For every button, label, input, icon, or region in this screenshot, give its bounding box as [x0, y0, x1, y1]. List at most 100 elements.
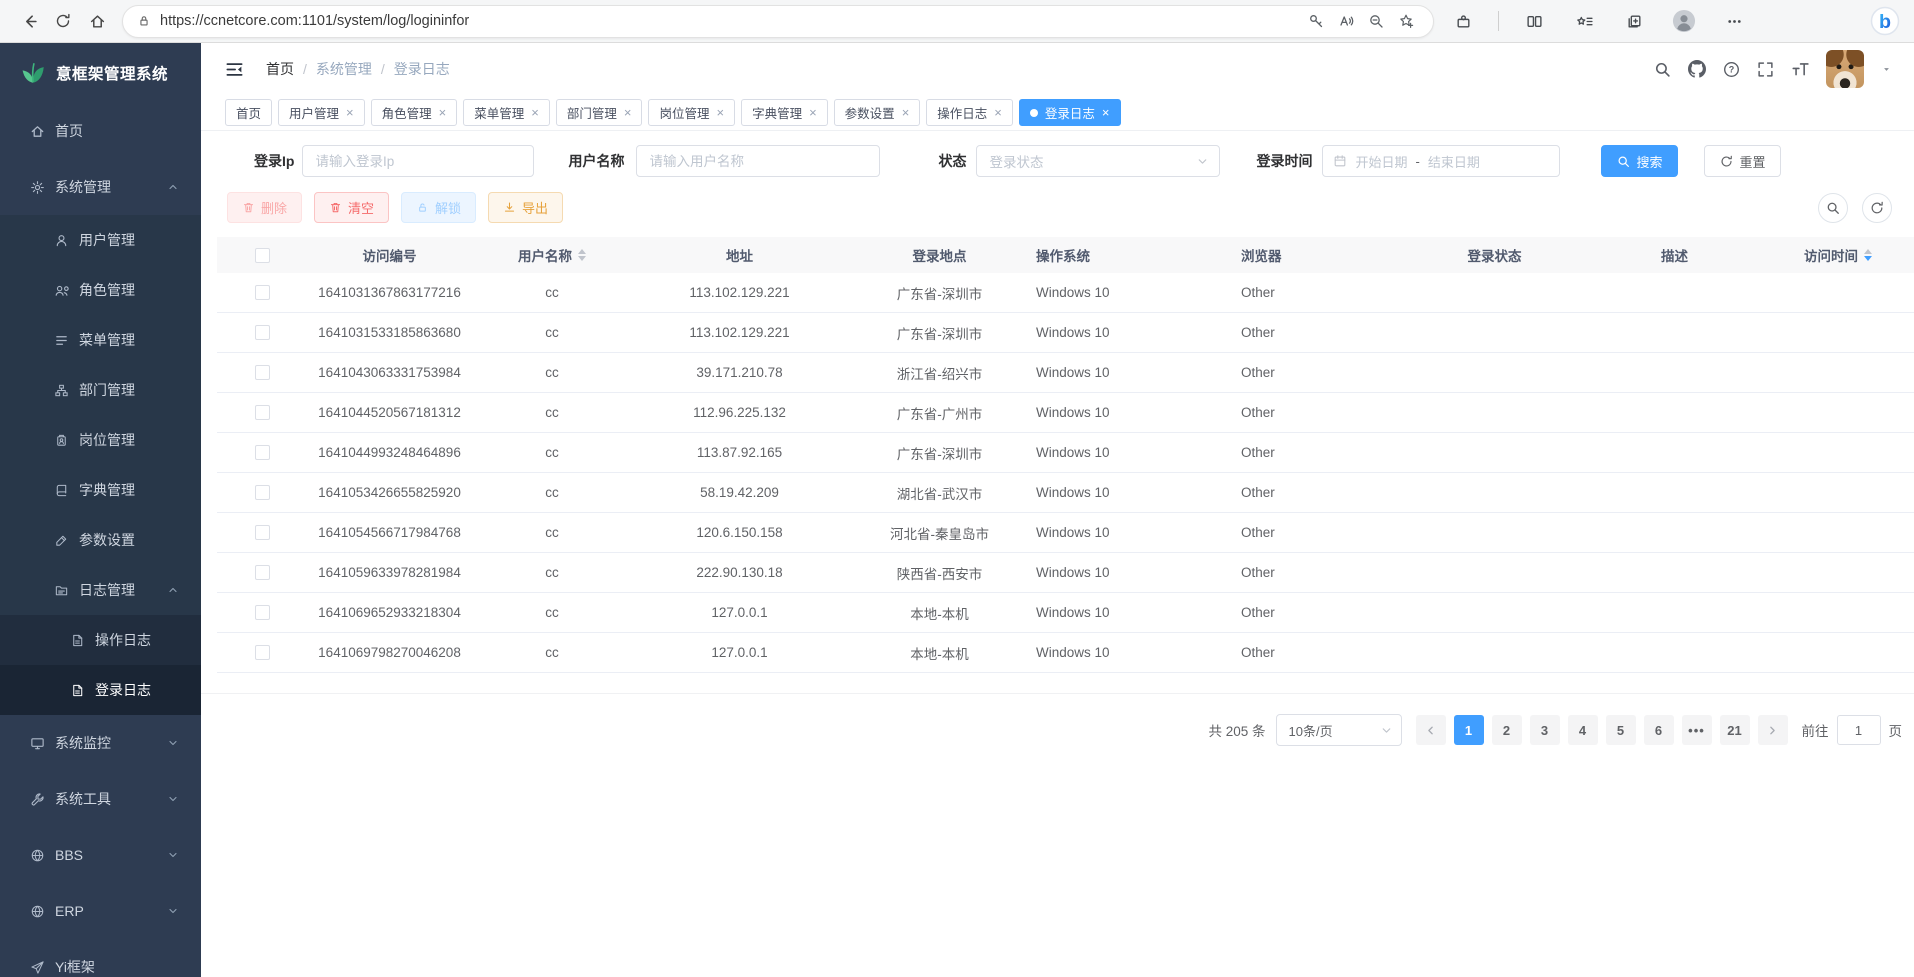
- copilot-bing-icon[interactable]: [1870, 6, 1900, 36]
- sidebar-item[interactable]: 系统监控: [0, 715, 201, 771]
- row-checkbox[interactable]: [255, 325, 270, 340]
- page-number-button[interactable]: 5: [1606, 715, 1636, 745]
- zoom-out-icon[interactable]: [1361, 6, 1391, 36]
- sort-icon[interactable]: [578, 249, 586, 261]
- status-select[interactable]: 登录状态: [976, 145, 1220, 177]
- row-checkbox[interactable]: [255, 485, 270, 500]
- collections-icon[interactable]: [1619, 6, 1649, 36]
- tab-close-icon[interactable]: ×: [624, 106, 632, 119]
- column-header[interactable]: 登录状态: [1402, 237, 1587, 273]
- reset-button[interactable]: 重置: [1704, 145, 1781, 177]
- refresh-table-button[interactable]: [1862, 193, 1892, 223]
- page-size-select[interactable]: 10条/页: [1276, 714, 1402, 746]
- row-checkbox[interactable]: [255, 365, 270, 380]
- sidebar-item[interactable]: BBS: [0, 827, 201, 883]
- browser-refresh-button[interactable]: [46, 4, 80, 38]
- clear-button[interactable]: 清空: [314, 192, 389, 223]
- browser-extensions-icon[interactable]: [1448, 6, 1478, 36]
- sidebar-item[interactable]: 用户管理: [0, 215, 201, 265]
- column-header[interactable]: 地址: [632, 237, 847, 273]
- tab-close-icon[interactable]: ×: [902, 106, 910, 119]
- tab-close-icon[interactable]: ×: [346, 106, 354, 119]
- sidebar-item[interactable]: 字典管理: [0, 465, 201, 515]
- sidebar-item[interactable]: 日志管理: [0, 565, 201, 615]
- column-header[interactable]: 描述: [1587, 237, 1762, 273]
- browser-settings-icon[interactable]: [1719, 6, 1749, 36]
- search-icon[interactable]: [1654, 61, 1671, 78]
- column-header[interactable]: 登录地点: [847, 237, 1032, 273]
- fullscreen-icon[interactable]: [1757, 61, 1774, 78]
- table-row[interactable]: 1641031533185863680cc113.102.129.221广东省-…: [217, 313, 1914, 353]
- tab-close-icon[interactable]: ×: [716, 106, 724, 119]
- sidebar-item[interactable]: 系统工具: [0, 771, 201, 827]
- page-tab[interactable]: 字典管理 ×: [741, 99, 828, 126]
- sidebar-item[interactable]: ERP: [0, 883, 201, 939]
- sidebar-item[interactable]: Yi框架: [0, 939, 201, 977]
- goto-page-input[interactable]: [1837, 715, 1881, 745]
- search-button[interactable]: 搜索: [1601, 145, 1678, 177]
- row-checkbox[interactable]: [255, 405, 270, 420]
- table-row[interactable]: 1641044993248464896cc113.87.92.165广东省-深圳…: [217, 433, 1914, 473]
- table-row[interactable]: 1641031367863177216cc113.102.129.221广东省-…: [217, 273, 1914, 313]
- sidebar-item[interactable]: 菜单管理: [0, 315, 201, 365]
- tab-close-icon[interactable]: ×: [531, 106, 539, 119]
- table-row[interactable]: 1641069652933218304cc127.0.0.1本地-本机Windo…: [217, 593, 1914, 633]
- end-date-placeholder[interactable]: 结束日期: [1428, 152, 1480, 171]
- page-tab[interactable]: 用户管理 ×: [278, 99, 365, 126]
- help-icon[interactable]: [1723, 61, 1740, 78]
- browser-profile-avatar[interactable]: [1669, 6, 1699, 36]
- split-screen-icon[interactable]: [1519, 6, 1549, 36]
- user-avatar[interactable]: [1826, 50, 1864, 88]
- column-header[interactable]: 浏览器: [1237, 237, 1402, 273]
- column-header[interactable]: 访问编号: [307, 237, 472, 273]
- sidebar-item[interactable]: 参数设置: [0, 515, 201, 565]
- row-checkbox[interactable]: [255, 605, 270, 620]
- page-tab[interactable]: 操作日志 ×: [926, 99, 1013, 126]
- favorites-icon[interactable]: [1569, 6, 1599, 36]
- row-checkbox[interactable]: [255, 525, 270, 540]
- unlock-button[interactable]: 解锁: [401, 192, 476, 223]
- sidebar-item[interactable]: 岗位管理: [0, 415, 201, 465]
- page-tab[interactable]: 角色管理 ×: [371, 99, 458, 126]
- browser-home-button[interactable]: [80, 4, 114, 38]
- tab-close-icon[interactable]: ×: [1102, 106, 1110, 119]
- page-tab[interactable]: 部门管理 ×: [556, 99, 643, 126]
- sidebar-item[interactable]: 首页: [0, 103, 201, 159]
- prev-page-button[interactable]: [1416, 715, 1446, 745]
- page-tab[interactable]: 菜单管理 ×: [463, 99, 550, 126]
- page-tab[interactable]: 首页: [225, 99, 272, 126]
- sort-icon[interactable]: [1864, 249, 1872, 261]
- sidebar-item[interactable]: 操作日志: [0, 615, 201, 665]
- show-search-toggle-button[interactable]: [1818, 193, 1848, 223]
- breadcrumb-home[interactable]: 首页: [266, 59, 294, 79]
- username-input[interactable]: [636, 145, 880, 177]
- sidebar-item[interactable]: 部门管理: [0, 365, 201, 415]
- page-number-button[interactable]: 6: [1644, 715, 1674, 745]
- next-page-button[interactable]: [1758, 715, 1788, 745]
- table-row[interactable]: 1641044520567181312cc112.96.225.132广东省-广…: [217, 393, 1914, 433]
- page-number-button[interactable]: 1: [1454, 715, 1484, 745]
- sidebar-fold-icon[interactable]: [225, 60, 244, 79]
- row-checkbox[interactable]: [255, 445, 270, 460]
- add-favorite-icon[interactable]: [1391, 6, 1421, 36]
- page-number-button[interactable]: •••: [1682, 715, 1712, 745]
- browser-back-button[interactable]: [12, 4, 46, 38]
- start-date-placeholder[interactable]: 开始日期: [1355, 152, 1407, 171]
- column-header[interactable]: 访问时间: [1762, 237, 1914, 273]
- password-key-icon[interactable]: [1301, 6, 1331, 36]
- table-row[interactable]: 1641043063331753984cc39.171.210.78浙江省-绍兴…: [217, 353, 1914, 393]
- column-header[interactable]: 操作系统: [1032, 237, 1237, 273]
- github-icon[interactable]: [1688, 60, 1706, 78]
- page-number-button[interactable]: 21: [1720, 715, 1750, 745]
- export-button[interactable]: 导出: [488, 192, 563, 223]
- login-ip-input[interactable]: [302, 145, 534, 177]
- sidebar-item[interactable]: 角色管理: [0, 265, 201, 315]
- sidebar-item[interactable]: 系统管理: [0, 159, 201, 215]
- table-row[interactable]: 1641054566717984768cc120.6.150.158河北省-秦皇…: [217, 513, 1914, 553]
- table-row[interactable]: 1641059633978281984cc222.90.130.18陕西省-西安…: [217, 553, 1914, 593]
- url-text[interactable]: https://ccnetcore.com:1101/system/log/lo…: [160, 13, 1301, 29]
- column-header[interactable]: 用户名称: [472, 237, 632, 273]
- tab-close-icon[interactable]: ×: [994, 106, 1002, 119]
- table-row[interactable]: 1641053426655825920cc58.19.42.209湖北省-武汉市…: [217, 473, 1914, 513]
- avatar-caret-icon[interactable]: [1881, 64, 1892, 75]
